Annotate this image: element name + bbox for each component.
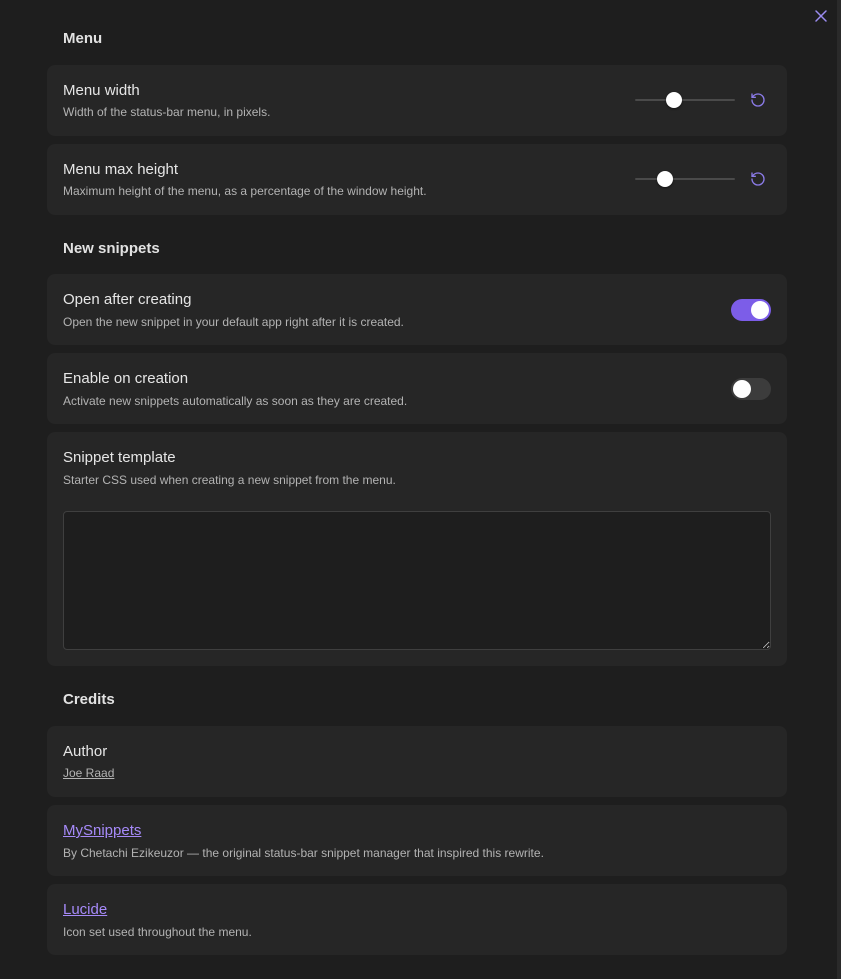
menu-max-height-slider[interactable] <box>635 171 735 187</box>
scrollbar[interactable] <box>837 0 841 979</box>
slider-thumb[interactable] <box>666 92 682 108</box>
credit-mysnippets: MySnippets By Chetachi Ezikeuzor — the o… <box>47 805 787 876</box>
rotate-ccw-icon <box>751 172 765 186</box>
setting-name: Menu max height <box>63 161 179 178</box>
lucide-link[interactable]: Lucide <box>63 901 107 918</box>
reset-menu-max-height-button[interactable] <box>749 170 767 188</box>
close-icon <box>815 10 827 22</box>
menu-width-slider[interactable] <box>635 92 735 108</box>
setting-open-after-creating: Open after creating Open the new snippet… <box>47 274 787 345</box>
setting-description: Activate new snippets automatically as s… <box>63 394 408 408</box>
setting-enable-on-creation: Enable on creation Activate new snippets… <box>47 353 787 424</box>
setting-name: Snippet template <box>63 449 176 466</box>
rotate-ccw-icon <box>751 93 765 107</box>
setting-name: Open after creating <box>63 291 192 308</box>
section-heading-credits: Credits <box>63 691 115 708</box>
mysnippets-link[interactable]: MySnippets <box>63 822 141 839</box>
reset-menu-width-button[interactable] <box>749 91 767 109</box>
slider-thumb[interactable] <box>657 171 673 187</box>
credit-description: Icon set used throughout the menu. <box>63 925 252 939</box>
section-heading-menu: Menu <box>63 30 103 47</box>
setting-menu-max-height: Menu max height Maximum height of the me… <box>47 144 787 215</box>
setting-description: Starter CSS used when creating a new sni… <box>63 473 396 487</box>
snippet-template-textarea[interactable] <box>63 511 771 650</box>
credit-author: Author Joe Raad <box>47 726 787 797</box>
credit-lucide: Lucide Icon set used throughout the menu… <box>47 884 787 955</box>
credit-name: Author <box>63 743 108 760</box>
setting-description: Open the new snippet in your default app… <box>63 315 404 329</box>
credit-description: By Chetachi Ezikeuzor — the original sta… <box>63 846 544 860</box>
setting-name: Enable on creation <box>63 370 189 387</box>
enable-on-creation-toggle[interactable] <box>731 378 771 400</box>
author-link[interactable]: Joe Raad <box>63 766 114 780</box>
close-button[interactable] <box>811 6 831 26</box>
setting-description: Width of the status-bar menu, in pixels. <box>63 105 271 119</box>
setting-snippet-template: Snippet template Starter CSS used when c… <box>47 432 787 666</box>
toggle-knob <box>733 380 751 398</box>
setting-name: Menu width <box>63 82 140 99</box>
toggle-knob <box>751 301 769 319</box>
section-heading-new-snippets: New snippets <box>63 240 160 257</box>
open-after-creating-toggle[interactable] <box>731 299 771 321</box>
setting-description: Maximum height of the menu, as a percent… <box>63 184 427 198</box>
settings-modal: Menu Menu width Width of the status-bar … <box>0 0 841 979</box>
setting-menu-width: Menu width Width of the status-bar menu,… <box>47 65 787 136</box>
